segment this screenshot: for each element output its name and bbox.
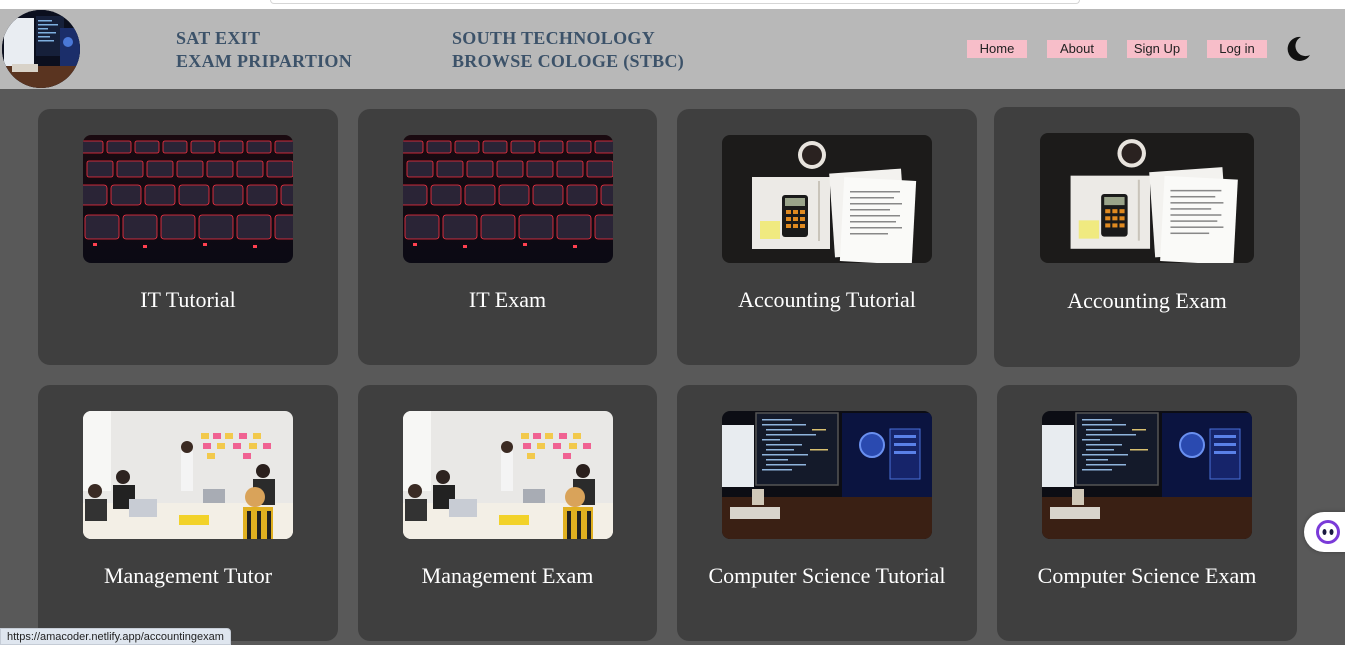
tax-forms-image [1040, 133, 1254, 263]
card-label: IT Exam [468, 287, 547, 312]
keyboard-image [83, 135, 293, 263]
card-accounting-tutorial[interactable]: Accounting Tutorial [677, 109, 977, 365]
card-it-tutorial[interactable]: IT Tutorial [38, 109, 338, 365]
card-computer-science-exam[interactable]: Computer Science Exam [997, 385, 1297, 641]
computer-monitors-image [722, 411, 932, 539]
site-header: SAT EXIT EXAM PRIPARTION SOUTH TECHNOLOG… [0, 9, 1345, 89]
nav-signup-button[interactable]: Sign Up [1127, 40, 1187, 58]
card-label: Accounting Exam [1067, 288, 1227, 313]
card-management-tutor[interactable]: Management Tutor [38, 385, 338, 641]
nav-about-button[interactable]: About [1047, 40, 1107, 58]
site-title-line-2: EXAM PRIPARTION [176, 51, 353, 71]
card-computer-science-tutorial[interactable]: Computer Science Tutorial [677, 385, 977, 641]
status-url: https://amacoder.netlify.app/accountinge… [0, 628, 231, 645]
card-accounting-exam[interactable]: Accounting Exam [994, 107, 1300, 367]
tax-forms-image [722, 135, 932, 263]
card-label: Computer Science Tutorial [708, 563, 946, 588]
team-meeting-image [83, 411, 293, 539]
team-meeting-image [403, 411, 613, 539]
card-label: Management Tutor [103, 563, 273, 588]
college-title-line-1: SOUTH TECHNOLOGY [452, 28, 656, 48]
address-bar-edge [270, 0, 1080, 4]
keyboard-image [403, 135, 613, 263]
site-title-line-1: SAT EXIT [176, 28, 261, 48]
card-management-exam[interactable]: Management Exam [358, 385, 657, 641]
moon-icon[interactable] [1284, 35, 1312, 63]
browser-top-strip [0, 0, 1345, 9]
college-title: SOUTH TECHNOLOGY BROWSE COLOGE (STBC) [452, 27, 684, 73]
card-it-exam[interactable]: IT Exam [358, 109, 657, 365]
chatbot-icon[interactable] [1304, 512, 1345, 552]
computer-monitors-image [1042, 411, 1252, 539]
card-label: Computer Science Exam [1037, 563, 1257, 588]
nav-login-button[interactable]: Log in [1207, 40, 1267, 58]
site-title: SAT EXIT EXAM PRIPARTION [176, 27, 352, 73]
nav-home-button[interactable]: Home [967, 40, 1027, 58]
logo-image[interactable] [2, 10, 80, 88]
card-label: Accounting Tutorial [738, 287, 916, 312]
card-label: Management Exam [421, 563, 594, 588]
card-label: IT Tutorial [140, 287, 236, 312]
college-title-line-2: BROWSE COLOGE (STBC) [452, 51, 685, 71]
